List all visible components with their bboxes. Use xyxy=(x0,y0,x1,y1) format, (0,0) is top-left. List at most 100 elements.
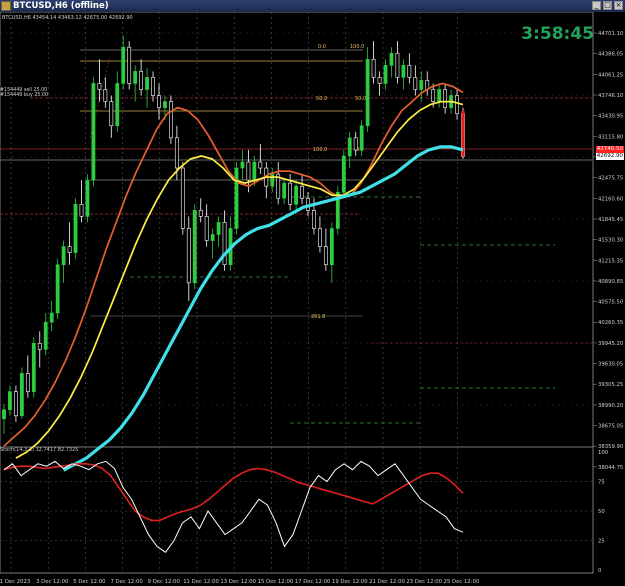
price-tick-label: 39945.20 xyxy=(598,341,624,347)
time-tick-label: 23 Dec 12:00 xyxy=(406,579,442,585)
candle-body xyxy=(139,71,144,90)
price-tick-label: 42160.60 xyxy=(598,196,624,202)
candle-body xyxy=(67,246,72,253)
candle-body xyxy=(151,77,155,96)
candle-body xyxy=(246,161,251,181)
candle-body xyxy=(55,264,60,314)
price-tick-label: 38044.75 xyxy=(598,465,623,471)
candle-body xyxy=(121,46,126,84)
candle-body xyxy=(341,155,346,193)
candle-body xyxy=(14,391,18,417)
candle-body xyxy=(103,89,108,102)
candle-body xyxy=(157,95,161,108)
price-tick-label: 40260.35 xyxy=(598,320,623,326)
close-button[interactable]: × xyxy=(614,1,623,10)
price-tick-label: 44061.25 xyxy=(598,72,623,78)
candle-body xyxy=(407,65,412,78)
osc-tick-label: 100 xyxy=(598,450,609,456)
price-tick-label: 41530.30 xyxy=(598,238,624,244)
candle-body xyxy=(371,58,376,78)
candle-body xyxy=(383,65,388,84)
candle-body xyxy=(186,228,191,284)
chart-frame xyxy=(0,12,594,574)
time-tick-label: 21 Dec 12:00 xyxy=(369,579,405,585)
candle-timer: 3:58:45 xyxy=(521,24,594,44)
candle-body xyxy=(85,179,90,217)
candle-body xyxy=(145,77,149,90)
candle-body xyxy=(389,52,394,66)
moving-average-line xyxy=(62,145,464,472)
candle-body xyxy=(329,228,334,266)
maximize-button[interactable]: □ xyxy=(603,1,612,10)
candle-body xyxy=(300,185,304,199)
osc-tick-label: 0 xyxy=(598,568,602,574)
time-tick-label: 15 Dec 12:00 xyxy=(258,579,294,585)
candle-body xyxy=(109,101,114,127)
price-tick-label: 41215.35 xyxy=(598,258,623,264)
candle-body xyxy=(443,89,448,108)
oscillator-label: Stoch(14,3,3) 32.7417 82.7325 xyxy=(0,447,79,453)
osc-tick-label: 50 xyxy=(598,509,605,515)
candle-body xyxy=(180,167,185,229)
fib-label: 261.8 xyxy=(311,314,325,320)
candle-body xyxy=(359,125,364,151)
osc-tick-label: 75 xyxy=(598,480,605,486)
candle-body xyxy=(419,80,424,90)
candle-body xyxy=(288,182,293,205)
candle-body xyxy=(204,216,209,241)
candle-body xyxy=(31,342,36,392)
candle-body xyxy=(323,246,328,266)
fib-label: 100.0 xyxy=(350,44,364,50)
candle-body xyxy=(127,46,132,84)
order-price-tag: 42740.50 xyxy=(595,146,624,153)
candle-body xyxy=(455,95,459,114)
price-tick-label: 38675.05 xyxy=(598,424,623,430)
candle-body xyxy=(365,58,370,127)
candle-body xyxy=(216,222,221,235)
candle-body xyxy=(210,234,215,241)
candle-body xyxy=(19,373,24,417)
candle-body xyxy=(133,71,138,84)
candle-body xyxy=(192,210,197,284)
candle-body xyxy=(79,203,84,217)
candle-body xyxy=(294,185,298,205)
stoch-k-line xyxy=(3,460,464,553)
candle-body xyxy=(353,137,358,151)
price-tick-label: 44701.10 xyxy=(598,31,624,37)
minimize-button[interactable]: _ xyxy=(592,1,601,10)
time-tick-label: 25 Dec 12:00 xyxy=(444,579,480,585)
price-chart[interactable]: 1 Dec 2023 3 Dec 12:00 5 Dec 12:00 7 Dec 12… xyxy=(0,12,625,586)
candle-body xyxy=(282,182,287,199)
candle-body xyxy=(252,161,257,181)
candle-body xyxy=(234,167,239,229)
fib-label: 50.0 xyxy=(355,96,366,102)
price-tick-label: 39305.25 xyxy=(598,382,623,388)
time-tick-label: 7 Dec 12:00 xyxy=(110,579,143,585)
title-bar: BTCUSD,H6 (offline) _ □ × xyxy=(0,0,625,12)
time-tick-label: 11 Dec 12:00 xyxy=(183,579,219,585)
fib-label: 0.0 xyxy=(318,44,326,50)
candle-body xyxy=(258,161,263,169)
candle-body xyxy=(222,222,227,266)
candle-body xyxy=(431,89,436,102)
osc-tick-label: 25 xyxy=(598,539,605,545)
candle-body xyxy=(2,409,6,420)
price-tick-label: 39630.05 xyxy=(598,362,623,368)
candle-body xyxy=(49,312,54,323)
time-tick-label: 1 Dec 2023 xyxy=(0,579,30,585)
moving-average-line xyxy=(15,100,464,459)
price-tick-label: 38990.20 xyxy=(598,403,624,409)
candle-body xyxy=(25,373,30,392)
candle-body xyxy=(437,89,442,102)
candle-body xyxy=(169,101,173,139)
candle-body xyxy=(163,101,167,108)
price-tick-label: 40575.50 xyxy=(598,300,624,306)
fib-label: 100.0 xyxy=(313,147,327,153)
price-tick-label: 40890.65 xyxy=(598,279,623,285)
time-tick-label: 13 Dec 12:00 xyxy=(220,579,256,585)
time-tick-label: 19 Dec 12:00 xyxy=(332,579,368,585)
candle-body xyxy=(318,228,322,247)
candle-body xyxy=(270,173,275,187)
candle-body xyxy=(240,161,245,169)
candle-body xyxy=(198,210,203,217)
